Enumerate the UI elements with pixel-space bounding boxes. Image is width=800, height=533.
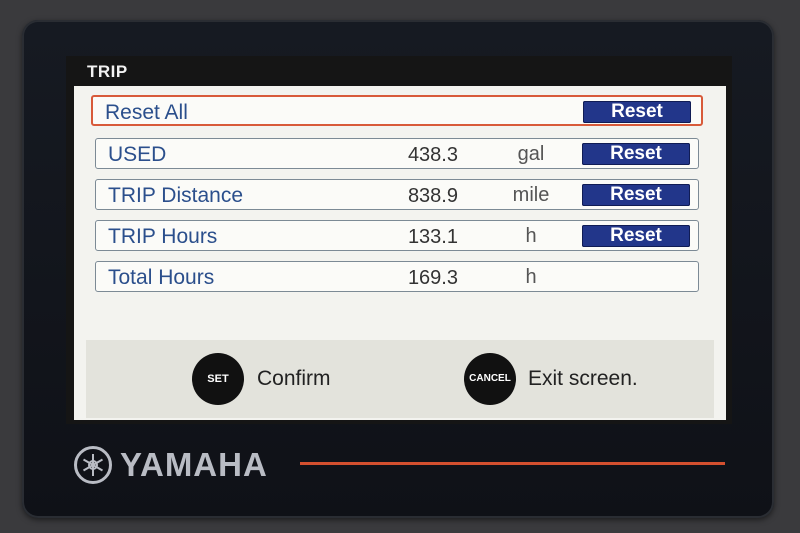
reset-trip-distance-button[interactable]: Reset — [582, 184, 690, 206]
exit-screen-label: Exit screen. — [528, 367, 638, 390]
confirm-label: Confirm — [257, 367, 331, 390]
screen-title: TRIP — [87, 62, 128, 81]
row-value: 169.3 — [407, 267, 458, 289]
row-label: Total Hours — [108, 266, 215, 289]
row-value: 838.9 — [407, 185, 458, 207]
set-button[interactable]: SET — [192, 353, 244, 405]
row-used[interactable]: USED 438.3 gal Reset — [95, 138, 699, 169]
row-label: USED — [108, 143, 167, 166]
row-unit: gal — [517, 143, 545, 165]
row-unit: mile — [512, 184, 550, 206]
row-value: 438.3 — [407, 144, 458, 166]
row-unit: h — [525, 225, 537, 247]
reset-used-button[interactable]: Reset — [582, 143, 690, 165]
row-total-hours[interactable]: Total Hours 169.3 h — [95, 261, 699, 292]
row-reset-all[interactable]: Reset All Reset — [91, 95, 703, 126]
accent-line — [300, 462, 725, 465]
row-label: TRIP Distance — [108, 184, 243, 207]
row-trip-distance[interactable]: TRIP Distance 838.9 mile Reset — [95, 179, 699, 210]
brand-name: YAMAHA — [120, 446, 268, 483]
row-unit: h — [525, 266, 537, 288]
row-label: Reset All — [105, 101, 188, 124]
tuning-fork-emblem-icon — [74, 446, 112, 484]
reset-all-button[interactable]: Reset — [583, 101, 691, 123]
row-trip-hours[interactable]: TRIP Hours 133.1 h Reset — [95, 220, 699, 251]
reset-trip-hours-button[interactable]: Reset — [582, 225, 690, 247]
row-value: 133.1 — [407, 226, 458, 248]
row-label: TRIP Hours — [108, 225, 218, 248]
cancel-button[interactable]: CANCEL — [464, 353, 516, 405]
